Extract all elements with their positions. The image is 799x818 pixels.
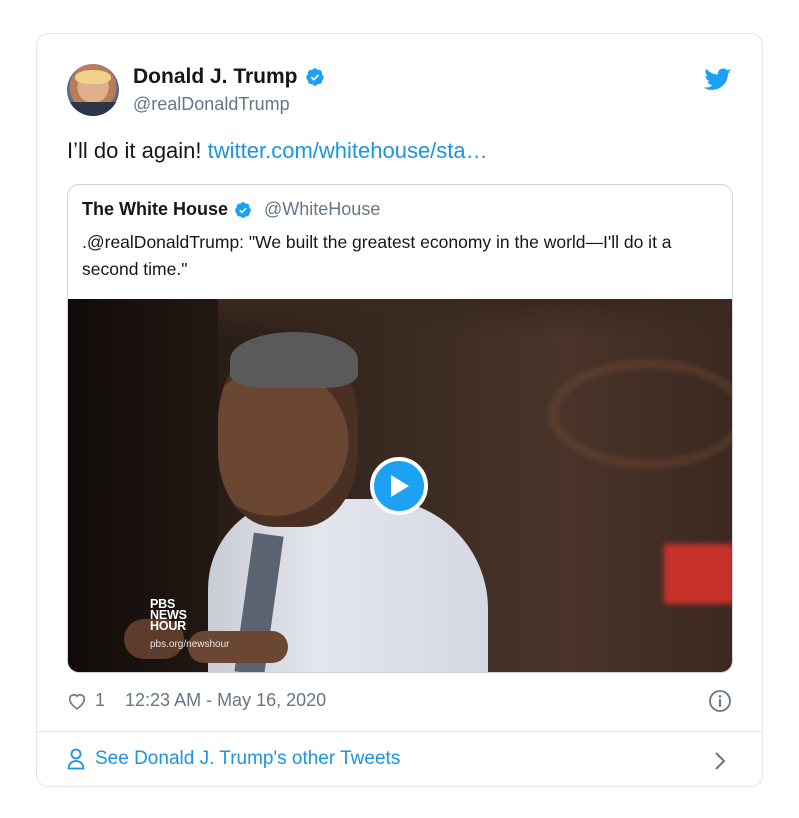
author-handle[interactable]: @realDonaldTrump	[133, 94, 290, 115]
play-button[interactable]	[370, 457, 428, 515]
tweet-meta: 1 12:23 AM - May 16, 2020	[67, 690, 326, 711]
info-icon[interactable]	[708, 689, 732, 713]
quoted-author-handle[interactable]: @WhiteHouse	[264, 199, 380, 220]
watermark-line: HOUR	[150, 619, 187, 633]
quoted-author-name[interactable]: The White House	[82, 199, 228, 220]
video-background-ornament	[548, 359, 732, 469]
video-watermark-logo: PBS NEWS HOUR	[150, 598, 187, 633]
speaker-hair	[230, 332, 358, 388]
see-other-tweets-link[interactable]: See Donald J. Trump's other Tweets	[67, 748, 400, 770]
embedded-tweet-card[interactable]: Donald J. Trump @realDonaldTrump I’ll do…	[36, 33, 763, 787]
person-icon	[67, 748, 85, 770]
heart-icon[interactable]	[67, 692, 87, 710]
avatar-hair	[75, 70, 111, 84]
verified-badge-icon	[305, 68, 324, 86]
quoted-tweet[interactable]: The White House @WhiteHouse .@realDonald…	[67, 184, 733, 673]
video-watermark-url: pbs.org/newshour	[150, 639, 230, 650]
video-background-curtain	[68, 299, 218, 672]
avatar-suit	[67, 102, 119, 116]
tweet-text: I’ll do it again! twitter.com/whitehouse…	[67, 138, 488, 164]
like-count[interactable]: 1	[95, 690, 105, 711]
chevron-right-icon[interactable]	[714, 750, 726, 772]
play-icon	[391, 475, 409, 497]
twitter-bird-icon[interactable]	[704, 68, 732, 92]
timestamp[interactable]: 12:23 AM - May 16, 2020	[125, 690, 326, 711]
video-background-light	[664, 544, 732, 604]
avatar[interactable]	[67, 64, 119, 116]
verified-badge-icon	[235, 201, 251, 218]
see-other-tweets-label[interactable]: See Donald J. Trump's other Tweets	[95, 748, 400, 770]
quoted-header: The White House @WhiteHouse	[82, 199, 380, 220]
quoted-text: .@realDonaldTrump: "We built the greates…	[82, 232, 672, 279]
tweet-body: I’ll do it again!	[67, 138, 208, 163]
divider	[37, 731, 762, 732]
author-name-row[interactable]: Donald J. Trump	[133, 65, 325, 89]
video-player[interactable]: PBS NEWS HOUR pbs.org/newshour	[68, 299, 732, 672]
tweet-link[interactable]: twitter.com/whitehouse/sta…	[208, 138, 488, 163]
author-name[interactable]: Donald J. Trump	[133, 65, 298, 89]
